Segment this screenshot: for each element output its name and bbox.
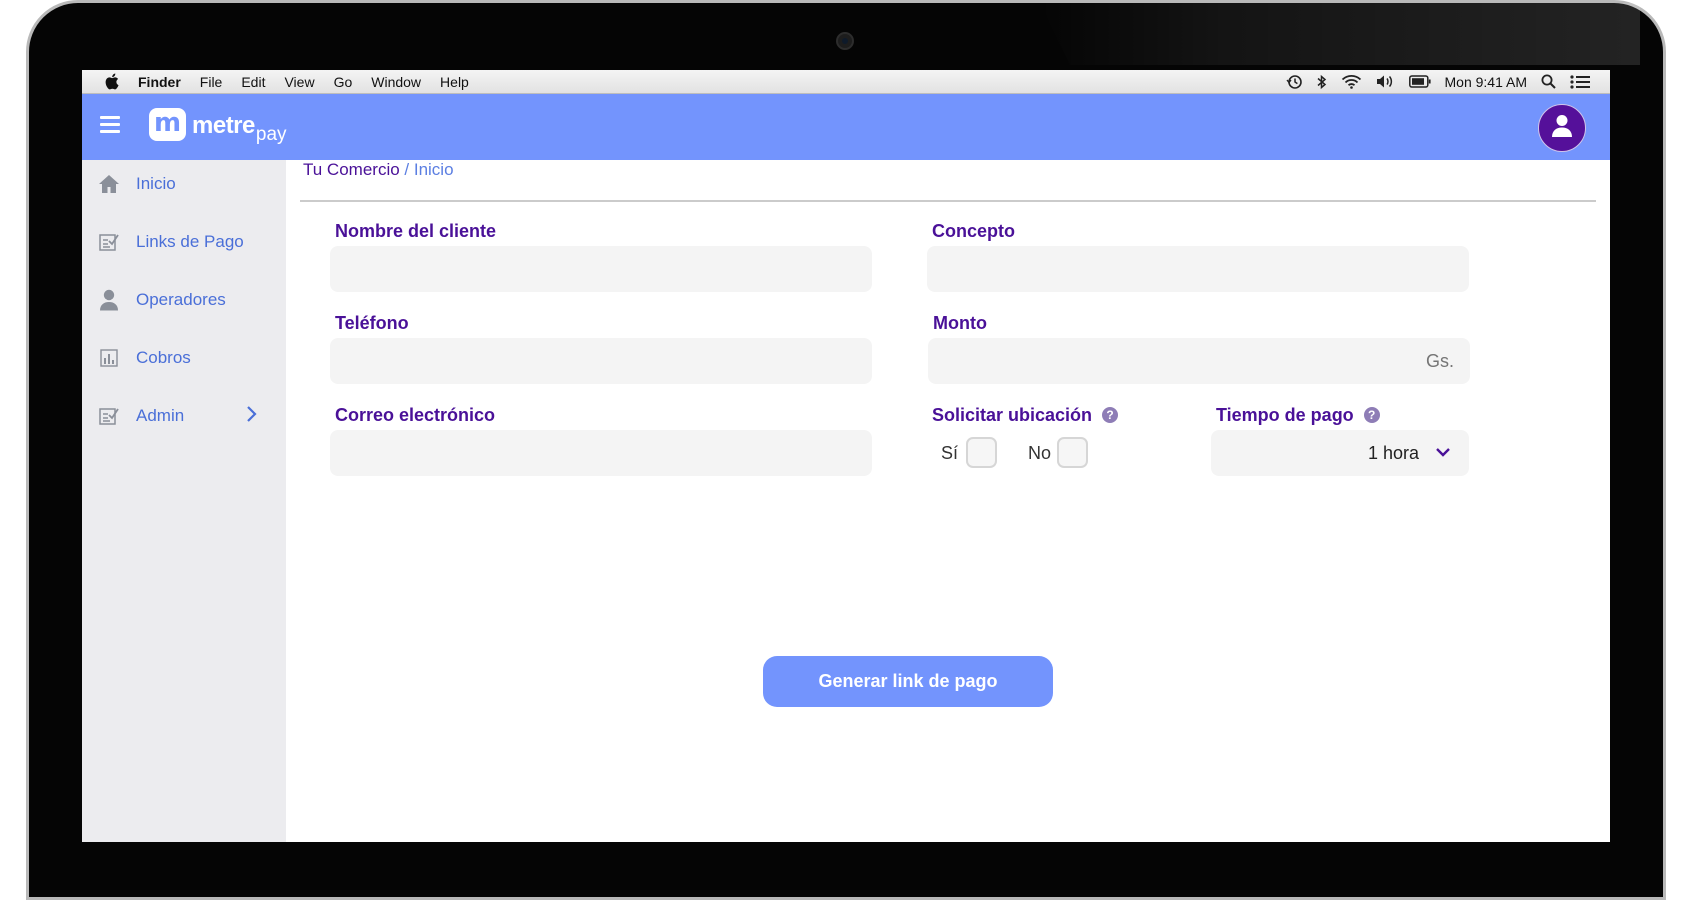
- si-label: Sí: [941, 443, 959, 463]
- breadcrumb: Tu Comercio / Inicio: [303, 160, 454, 180]
- no-checkbox[interactable]: [1057, 437, 1088, 468]
- sidebar-item-label: Inicio: [136, 174, 176, 193]
- ubicacion-label: Solicitar ubicación?: [932, 405, 1119, 426]
- sidebar-item-label: Cobros: [136, 348, 191, 367]
- generar-link-button[interactable]: Generar link de pago: [763, 656, 1053, 707]
- bar-chart-icon: [98, 347, 120, 369]
- telefono-input[interactable]: [330, 338, 872, 384]
- ubicacion-label-text: Solicitar ubicación: [932, 405, 1093, 425]
- breadcrumb-separator: /: [399, 160, 414, 179]
- menu-file[interactable]: File: [200, 74, 223, 90]
- nombre-input[interactable]: [330, 246, 872, 292]
- menubar-status-area: Mon 9:41 AM: [1285, 74, 1590, 90]
- sidebar-item-cobros[interactable]: Cobros: [82, 338, 286, 378]
- sidebar-item-label: Operadores: [136, 290, 226, 309]
- menubar-clock[interactable]: Mon 9:41 AM: [1445, 74, 1528, 90]
- tiempo-select[interactable]: 1 hora: [1211, 430, 1469, 476]
- help-icon[interactable]: ?: [1102, 407, 1119, 423]
- sidebar-item-operadores[interactable]: Operadores: [82, 280, 286, 320]
- user-icon: [1551, 114, 1573, 143]
- breadcrumb-divider: [300, 200, 1596, 202]
- telefono-label: Teléfono: [335, 313, 409, 333]
- chevron-right-icon[interactable]: [246, 405, 258, 428]
- user-icon: [98, 289, 120, 311]
- menu-help[interactable]: Help: [440, 74, 469, 90]
- menu-go[interactable]: Go: [334, 74, 353, 90]
- logo-name: metre: [192, 112, 255, 139]
- time-machine-icon[interactable]: [1285, 74, 1303, 90]
- sidebar-item-links-de-pago[interactable]: Links de Pago: [82, 222, 286, 262]
- chevron-down-icon: [1435, 446, 1451, 464]
- camera-icon: [836, 32, 854, 50]
- tiempo-selected-value: 1 hora: [1367, 443, 1419, 463]
- apple-icon[interactable]: [102, 73, 120, 90]
- tiempo-label: Tiempo de pago?: [1216, 405, 1380, 426]
- sidebar-item-label: Links de Pago: [136, 232, 244, 251]
- si-checkbox[interactable]: [966, 437, 997, 468]
- sidebar-item-admin[interactable]: Admin: [82, 396, 286, 436]
- menu-window[interactable]: Window: [371, 74, 421, 90]
- wifi-icon[interactable]: [1341, 74, 1362, 89]
- notification-center-icon[interactable]: [1570, 74, 1590, 89]
- correo-input[interactable]: [330, 430, 872, 476]
- menu-view[interactable]: View: [284, 74, 314, 90]
- checklist-icon: [98, 231, 120, 253]
- bezel-reflection: [1040, 3, 1640, 65]
- metrepay-logo[interactable]: m metre pay: [149, 108, 287, 145]
- tiempo-label-text: Tiempo de pago: [1216, 405, 1354, 425]
- mac-menubar: Finder File Edit View Go Window Help Mon…: [82, 70, 1610, 94]
- sidebar-item-inicio[interactable]: Inicio: [82, 164, 286, 204]
- logo-badge: m: [149, 108, 186, 141]
- app-header: m metre pay: [82, 94, 1610, 160]
- volume-icon[interactable]: [1376, 74, 1395, 89]
- menu-edit[interactable]: Edit: [241, 74, 265, 90]
- concepto-input[interactable]: [927, 246, 1469, 292]
- home-icon: [98, 173, 120, 195]
- sidebar: Inicio Links de Pago Operadores Cobros A…: [82, 160, 286, 842]
- correo-label: Correo electrónico: [335, 405, 496, 425]
- nombre-label: Nombre del cliente: [335, 221, 497, 241]
- concepto-label: Concepto: [932, 221, 1015, 241]
- no-label: No: [1028, 443, 1052, 463]
- logo-suffix: pay: [255, 124, 287, 145]
- help-icon[interactable]: ?: [1363, 407, 1380, 423]
- breadcrumb-current: Inicio: [413, 160, 454, 179]
- monto-label: Monto: [933, 313, 987, 333]
- monto-input[interactable]: [928, 338, 1470, 384]
- menu-finder[interactable]: Finder: [138, 74, 181, 90]
- screen: Finder File Edit View Go Window Help Mon…: [82, 70, 1610, 842]
- checklist-icon: [98, 405, 120, 427]
- breadcrumb-root[interactable]: Tu Comercio: [303, 160, 400, 179]
- sidebar-item-label: Admin: [136, 406, 185, 425]
- battery-icon[interactable]: [1408, 75, 1431, 88]
- user-avatar[interactable]: [1538, 104, 1586, 152]
- bluetooth-icon[interactable]: [1317, 74, 1327, 90]
- spotlight-search-icon[interactable]: [1541, 74, 1556, 89]
- hamburger-menu-icon[interactable]: [100, 116, 120, 134]
